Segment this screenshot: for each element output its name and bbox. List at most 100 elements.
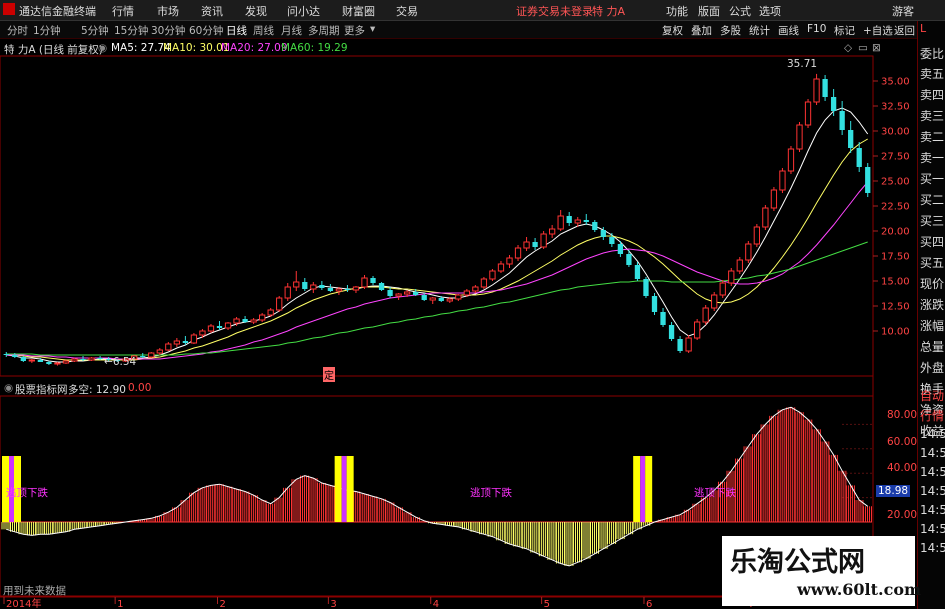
candle bbox=[804, 99, 812, 128]
candle bbox=[685, 335, 692, 353]
tick-time-4: 14:5 bbox=[920, 484, 945, 498]
indicator-bar bbox=[52, 522, 62, 533]
indicator-bar bbox=[479, 522, 489, 535]
quote-row-pct: 涨幅 bbox=[920, 319, 945, 333]
candle bbox=[293, 271, 300, 291]
candle bbox=[745, 241, 752, 263]
quote-row-weibi: 委比 bbox=[920, 47, 945, 61]
indicator-bar bbox=[359, 493, 369, 522]
quote-label: 行情 bbox=[920, 409, 945, 423]
candle-body bbox=[413, 292, 419, 295]
indicator-bar bbox=[572, 522, 582, 563]
candle-body bbox=[438, 298, 444, 301]
indicator-bar bbox=[854, 500, 864, 522]
indicator-bar bbox=[282, 487, 292, 522]
indicator-bar bbox=[820, 441, 830, 522]
candle-body bbox=[677, 339, 683, 351]
tick-time-7: 14:5 bbox=[920, 541, 945, 555]
candle-body bbox=[370, 278, 376, 283]
indicator-tick-80: 80.00 bbox=[887, 409, 918, 421]
signal-bar-purple bbox=[640, 456, 646, 522]
future-data-note: 用到未来数据 bbox=[3, 585, 66, 597]
quote-row-sell5: 卖五 bbox=[920, 67, 945, 81]
candle bbox=[856, 142, 862, 172]
candle-body bbox=[787, 148, 795, 172]
tick-time-2: 14:5 bbox=[920, 446, 945, 460]
chart-frame bbox=[0, 55, 874, 597]
indicator-bar bbox=[317, 482, 327, 522]
candle-body bbox=[830, 97, 837, 111]
price-tick-label: 12.50 bbox=[881, 302, 910, 313]
candle bbox=[651, 293, 658, 315]
quote-row-volume: 总量 bbox=[920, 340, 945, 354]
tick-time-3: 14:5 bbox=[920, 465, 945, 479]
candle bbox=[609, 233, 615, 247]
candle-body bbox=[182, 341, 189, 343]
candle bbox=[677, 336, 683, 353]
signal-bar-yellow bbox=[334, 456, 342, 522]
candle-body bbox=[762, 207, 769, 228]
candle-body bbox=[839, 111, 845, 130]
candle-body bbox=[634, 265, 641, 279]
signal-bar-purple bbox=[341, 456, 347, 522]
indicator-bar bbox=[581, 522, 591, 559]
indicator-bar bbox=[735, 458, 745, 522]
indicator-bar bbox=[35, 522, 45, 535]
quote-row-sell2: 卖二 bbox=[920, 130, 945, 144]
candle-body bbox=[327, 288, 334, 291]
candle-body bbox=[88, 357, 95, 361]
indicator-bar bbox=[496, 522, 506, 541]
indicator-bar bbox=[376, 498, 386, 522]
indicator-tick-40: 40.00 bbox=[887, 462, 918, 474]
candle-body bbox=[753, 226, 760, 245]
indicator-bar bbox=[308, 478, 318, 522]
candle bbox=[694, 319, 701, 340]
price-tick-label: 30.00 bbox=[881, 127, 910, 138]
candle-body bbox=[429, 297, 436, 301]
candle-body bbox=[148, 352, 155, 358]
indicator-bar bbox=[803, 419, 813, 522]
tick-time-5: 14:5 bbox=[920, 503, 945, 517]
candle-body bbox=[796, 124, 803, 150]
indicator-settings-icon[interactable]: ◉ bbox=[4, 382, 13, 394]
candle-body bbox=[574, 219, 581, 224]
candle bbox=[822, 75, 828, 101]
quote-row-buy5: 买五 bbox=[920, 256, 945, 270]
candle-body bbox=[506, 257, 513, 265]
price-tick-label: 27.50 bbox=[881, 152, 910, 163]
indicator-bar bbox=[1, 522, 11, 530]
candle bbox=[753, 224, 760, 247]
signal-label-1: 逃顶下跌 bbox=[6, 487, 48, 499]
candle bbox=[472, 285, 479, 293]
watermark-url: www.60lt.com bbox=[797, 580, 921, 599]
signal-bar-yellow bbox=[346, 456, 354, 522]
candle-body bbox=[643, 279, 649, 296]
candle bbox=[566, 212, 572, 226]
kline-chart[interactable]: 35.0032.5030.0027.5025.0022.5020.0017.50… bbox=[0, 0, 917, 609]
candle bbox=[310, 282, 317, 293]
candle-body bbox=[728, 270, 735, 284]
low-annotation-value: 6.54 bbox=[112, 356, 137, 368]
indicator-bar bbox=[743, 446, 753, 522]
candle-body bbox=[592, 222, 598, 230]
ma-line-ma60 bbox=[6, 241, 868, 356]
site-watermark: 乐淘公式网 www.60lt.com bbox=[722, 536, 921, 606]
candle-body bbox=[12, 355, 18, 357]
candle-body bbox=[848, 130, 854, 148]
indicator-bar bbox=[837, 470, 847, 522]
candle-body bbox=[71, 358, 78, 362]
candle bbox=[830, 89, 837, 116]
event-marker[interactable]: 定 bbox=[323, 367, 335, 382]
candle bbox=[302, 278, 308, 291]
time-tick-label: 3 bbox=[330, 599, 336, 609]
indicator-bar bbox=[10, 522, 20, 532]
candle-body bbox=[361, 277, 368, 288]
candle-body bbox=[199, 330, 206, 336]
candle bbox=[668, 322, 675, 341]
candle bbox=[259, 313, 266, 322]
candle bbox=[719, 280, 726, 298]
price-axis: 35.00 32.50 30.00 27.50 25.00 22.50 20.00 17.50… bbox=[873, 77, 910, 338]
quote-row-buy4: 买四 bbox=[920, 235, 945, 249]
indicator-bar bbox=[393, 507, 403, 522]
candle bbox=[634, 262, 641, 281]
